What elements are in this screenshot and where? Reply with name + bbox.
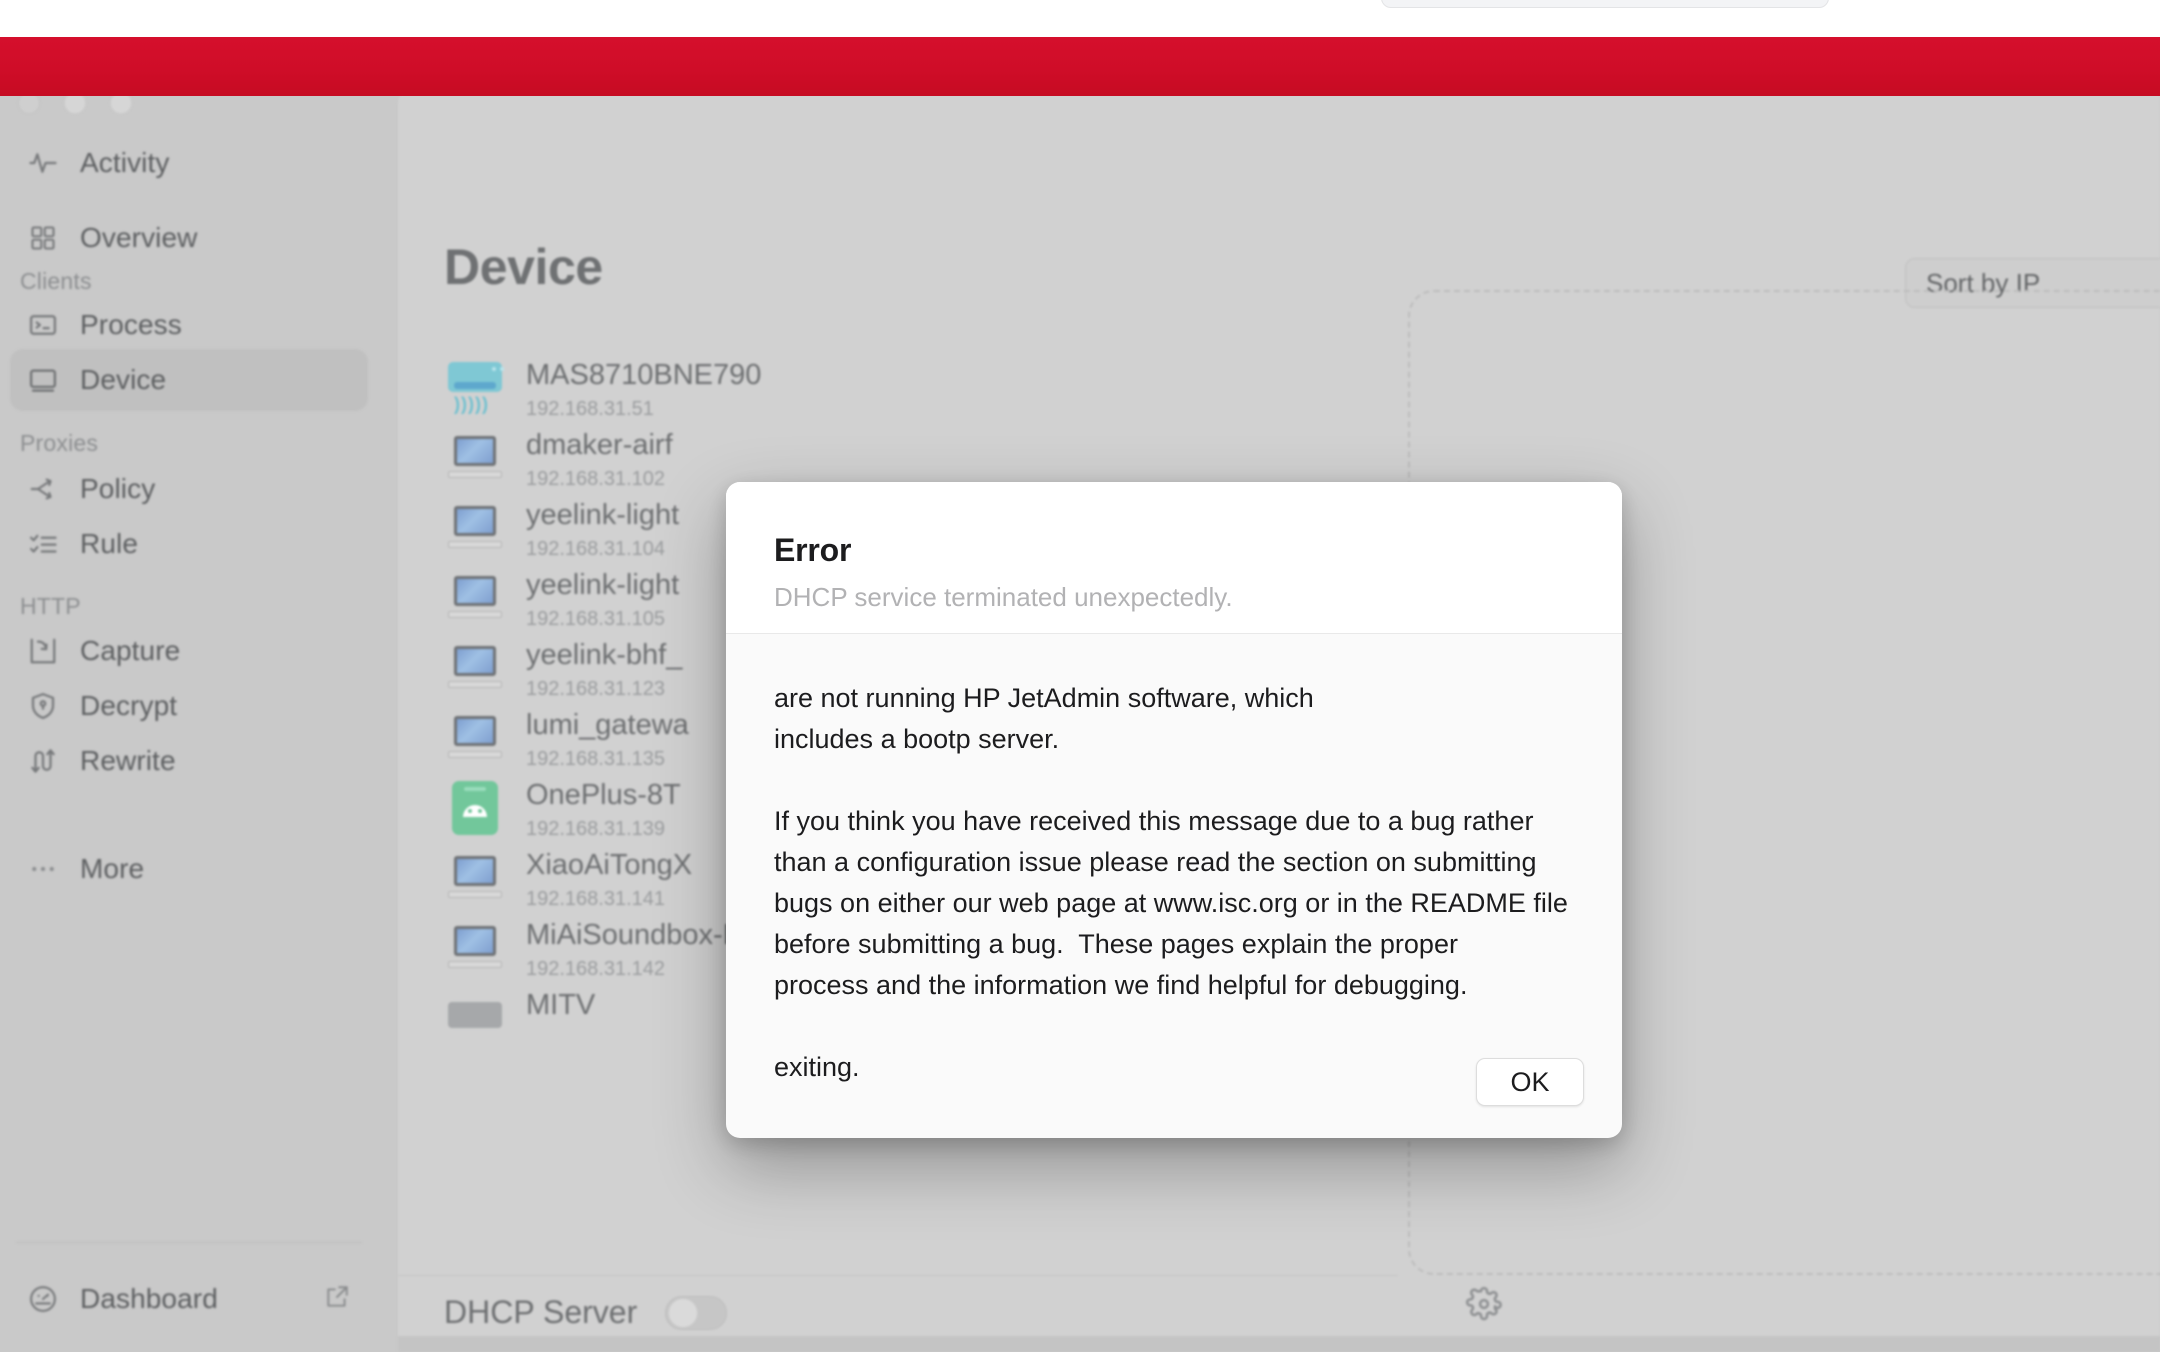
laptop-icon xyxy=(446,568,504,626)
rewrite-arrows-icon xyxy=(26,744,60,778)
device-list-item[interactable]: ))))) MAS8710BNE790 192.168.31.51 xyxy=(398,358,1358,428)
device-name: XiaoAiTongX xyxy=(526,849,693,881)
device-ip: 192.168.31.123 xyxy=(526,678,666,701)
device-ip: 192.168.31.139 xyxy=(526,818,666,841)
external-link-icon[interactable] xyxy=(324,1284,350,1315)
device-name: yeelink-light xyxy=(526,499,680,531)
sidebar-item-label: Rewrite xyxy=(80,745,176,776)
grid-squares-icon xyxy=(26,221,60,255)
device-name: OnePlus-8T xyxy=(526,779,681,811)
share-nodes-icon xyxy=(26,472,60,506)
laptop-icon xyxy=(446,918,504,976)
dialog-footer: OK xyxy=(1476,1058,1584,1106)
sidebar-section-clients: Clients xyxy=(20,268,92,294)
sidebar-item-rewrite[interactable]: Rewrite xyxy=(10,730,368,792)
sidebar-item-label: Process xyxy=(80,309,182,340)
sidebar-item-label: Device xyxy=(80,364,167,395)
sidebar-item-decrypt[interactable]: Decrypt xyxy=(10,675,368,737)
device-name: lumi_gatewa xyxy=(526,709,689,741)
laptop-icon xyxy=(446,498,504,556)
sidebar-item-label: Dashboard xyxy=(80,1283,218,1314)
sidebar-item-label: Overview xyxy=(80,222,198,253)
device-ip: 192.168.31.104 xyxy=(526,538,666,561)
red-banner xyxy=(0,37,2160,96)
android-icon xyxy=(446,778,504,836)
sidebar-item-activity[interactable]: Activity xyxy=(10,132,368,194)
page-title: Device xyxy=(444,239,603,295)
sidebar-item-overview[interactable]: Overview xyxy=(10,207,368,269)
sidebar-section-http: HTTP xyxy=(20,593,81,619)
device-ip: 192.168.31.51 xyxy=(526,398,654,421)
checklist-icon xyxy=(26,527,60,561)
device-name: yeelink-light xyxy=(526,569,680,601)
sidebar-item-label: Activity xyxy=(80,147,170,178)
dialog-body-text: are not running HP JetAdmin software, wh… xyxy=(774,683,1568,1083)
background-window-edge xyxy=(1381,0,1829,8)
app-window: Device Sort by IP ))))) MAS8710BNE790 19… xyxy=(0,96,2160,1352)
sidebar-item-policy[interactable]: Policy xyxy=(10,458,368,520)
activity-pulse-icon xyxy=(26,146,60,180)
sidebar-item-more[interactable]: More xyxy=(10,838,368,900)
tv-icon xyxy=(446,988,504,1046)
sidebar-item-capture[interactable]: Capture xyxy=(10,620,368,682)
terminal-icon xyxy=(26,308,60,342)
ok-button[interactable]: OK xyxy=(1476,1058,1584,1106)
device-ip: 192.168.31.141 xyxy=(526,888,666,911)
sidebar-item-device[interactable]: Device xyxy=(10,349,368,411)
desktop-top-strip xyxy=(0,0,2160,37)
dialog-header: Error DHCP service terminated unexpected… xyxy=(726,482,1622,634)
error-dialog: Error DHCP service terminated unexpected… xyxy=(726,482,1622,1138)
sidebar: Activity Overview Clients Process Device… xyxy=(0,96,398,1352)
device-ip: 192.168.31.105 xyxy=(526,608,666,631)
air-conditioner-icon: ))))) xyxy=(446,358,504,416)
monitor-icon xyxy=(26,363,60,397)
laptop-icon xyxy=(446,428,504,486)
device-ip: 192.168.31.102 xyxy=(526,468,666,491)
laptop-icon xyxy=(446,638,504,696)
sidebar-item-label: Rule xyxy=(80,528,138,559)
sidebar-item-label: Capture xyxy=(80,635,181,666)
dhcp-server-title: DHCP Server xyxy=(444,1294,638,1330)
gauge-icon xyxy=(26,1282,60,1316)
sidebar-item-label: More xyxy=(80,853,145,884)
dhcp-server-toggle[interactable] xyxy=(665,1295,728,1330)
sidebar-item-rule[interactable]: Rule xyxy=(10,513,368,575)
sidebar-divider xyxy=(16,1242,362,1243)
dialog-title: Error xyxy=(774,532,852,568)
device-name: dmaker-airf xyxy=(526,429,673,461)
dialog-subtitle: DHCP service terminated unexpectedly. xyxy=(774,582,1233,612)
ok-button-label: OK xyxy=(1510,1066,1550,1097)
sidebar-section-proxies: Proxies xyxy=(20,430,99,456)
device-ip: 192.168.31.135 xyxy=(526,748,666,771)
device-name: MAS8710BNE790 xyxy=(526,359,762,391)
capture-download-icon xyxy=(26,634,60,668)
device-name: yeelink-bhf_ xyxy=(526,639,683,671)
sidebar-item-label: Decrypt xyxy=(80,690,178,721)
gear-icon[interactable] xyxy=(1466,1286,1502,1327)
laptop-icon xyxy=(446,708,504,766)
list-divider xyxy=(398,1275,1398,1276)
device-name: MITV xyxy=(526,989,596,1021)
laptop-icon xyxy=(446,848,504,906)
ellipsis-icon xyxy=(26,852,60,886)
shield-lock-icon xyxy=(26,689,60,723)
sidebar-item-label: Policy xyxy=(80,473,156,504)
sidebar-item-process[interactable]: Process xyxy=(10,294,368,356)
window-bottom-bar xyxy=(398,1336,2160,1352)
sidebar-item-dashboard[interactable]: Dashboard xyxy=(10,1268,368,1330)
